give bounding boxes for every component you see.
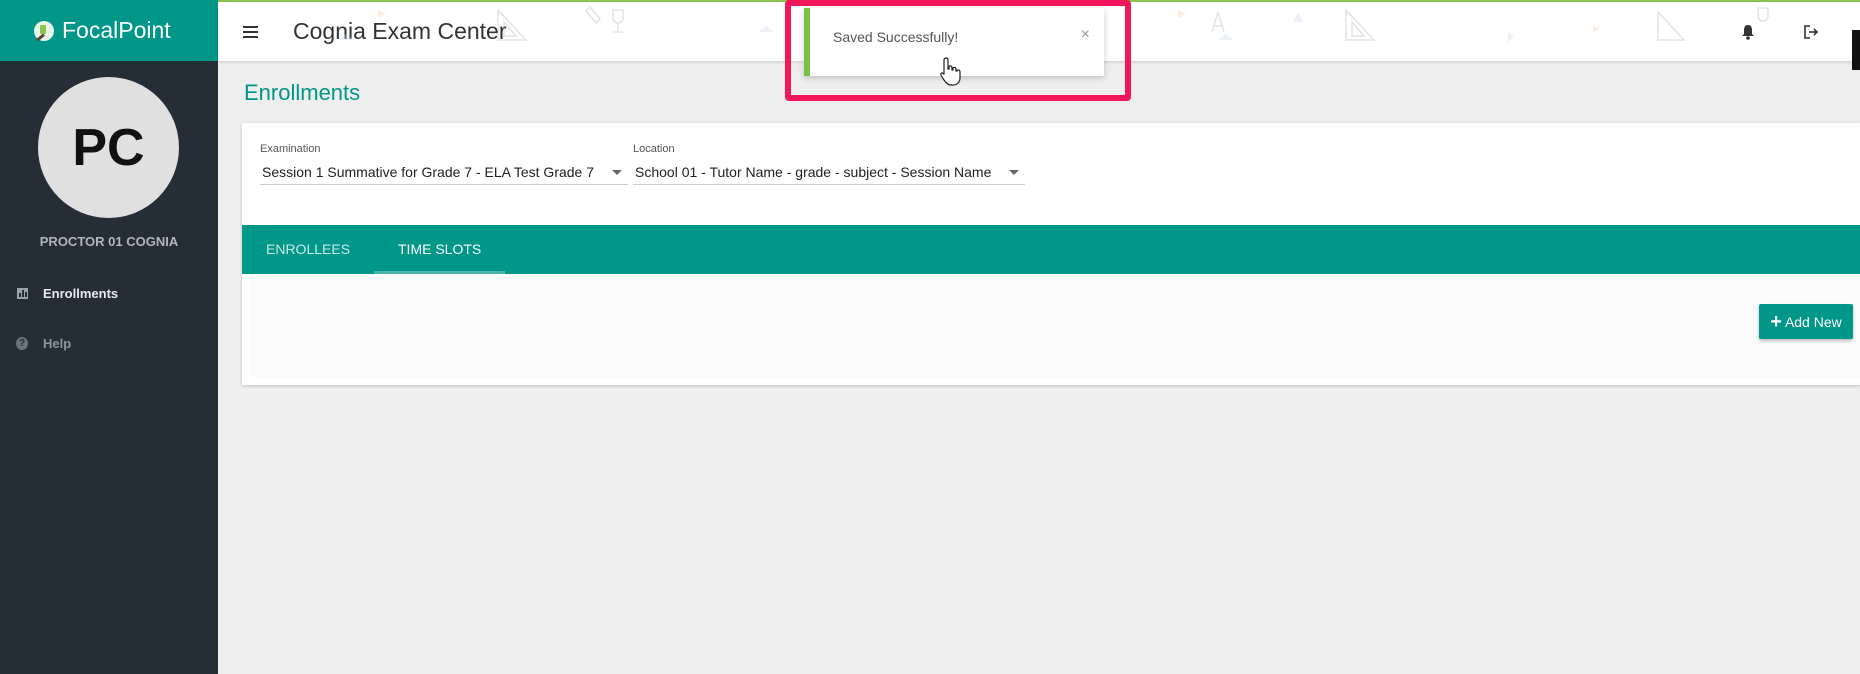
examination-label: Examination xyxy=(260,143,321,155)
hand-cursor-icon xyxy=(940,57,961,86)
logout-icon[interactable] xyxy=(1801,22,1821,42)
examination-field: Examination Session 1 Summative for Grad… xyxy=(260,143,628,185)
avatar: PC xyxy=(38,77,179,218)
location-label: Location xyxy=(633,143,675,155)
tab-time-slots[interactable]: TIME SLOTS xyxy=(398,225,481,274)
help-icon: ? xyxy=(16,337,28,350)
bell-icon[interactable] xyxy=(1738,22,1758,42)
page-title: Enrollments xyxy=(244,80,361,105)
add-new-label: Add New xyxy=(1784,313,1842,330)
plus-icon: + xyxy=(1770,310,1782,333)
add-new-button[interactable]: + Add New xyxy=(1759,304,1853,339)
bar-chart-icon xyxy=(16,288,28,300)
close-icon[interactable]: × xyxy=(1081,26,1090,44)
examination-value: Session 1 Summative for Grade 7 - ELA Te… xyxy=(262,164,595,180)
tab-bar: ENROLLEES TIME SLOTS xyxy=(242,225,1860,274)
sidebar-item-help[interactable]: ? Help xyxy=(16,336,71,351)
tab-enrollees[interactable]: ENROLLEES xyxy=(266,225,350,274)
sidebar-item-label: Help xyxy=(43,336,72,351)
location-value: School 01 - Tutor Name - grade - subject… xyxy=(635,164,992,180)
sidebar-item-enrollments[interactable]: Enrollments xyxy=(16,286,118,301)
logo-bar[interactable]: FocalPoint xyxy=(0,0,218,61)
user-name: PROCTOR 01 COGNIA xyxy=(39,234,179,249)
window-edge xyxy=(1852,30,1860,70)
chevron-down-icon xyxy=(612,170,622,175)
toast-message: Saved Successfully! xyxy=(833,29,959,45)
focalpoint-logo-icon xyxy=(34,20,54,41)
examination-select[interactable]: Session 1 Summative for Grade 7 - ELA Te… xyxy=(260,160,628,185)
logo-text: FocalPoint xyxy=(62,17,171,43)
location-select[interactable]: School 01 - Tutor Name - grade - subject… xyxy=(633,160,1025,185)
enrollments-card: Examination Session 1 Summative for Grad… xyxy=(242,123,1860,385)
sidebar: FocalPoint PC PROCTOR 01 COGNIA Enrollme… xyxy=(0,0,218,674)
sidebar-item-label: Enrollments xyxy=(43,286,119,301)
location-field: Location School 01 - Tutor Name - grade … xyxy=(633,143,1025,185)
time-slots-panel xyxy=(250,274,1860,377)
chevron-down-icon xyxy=(1009,170,1019,175)
